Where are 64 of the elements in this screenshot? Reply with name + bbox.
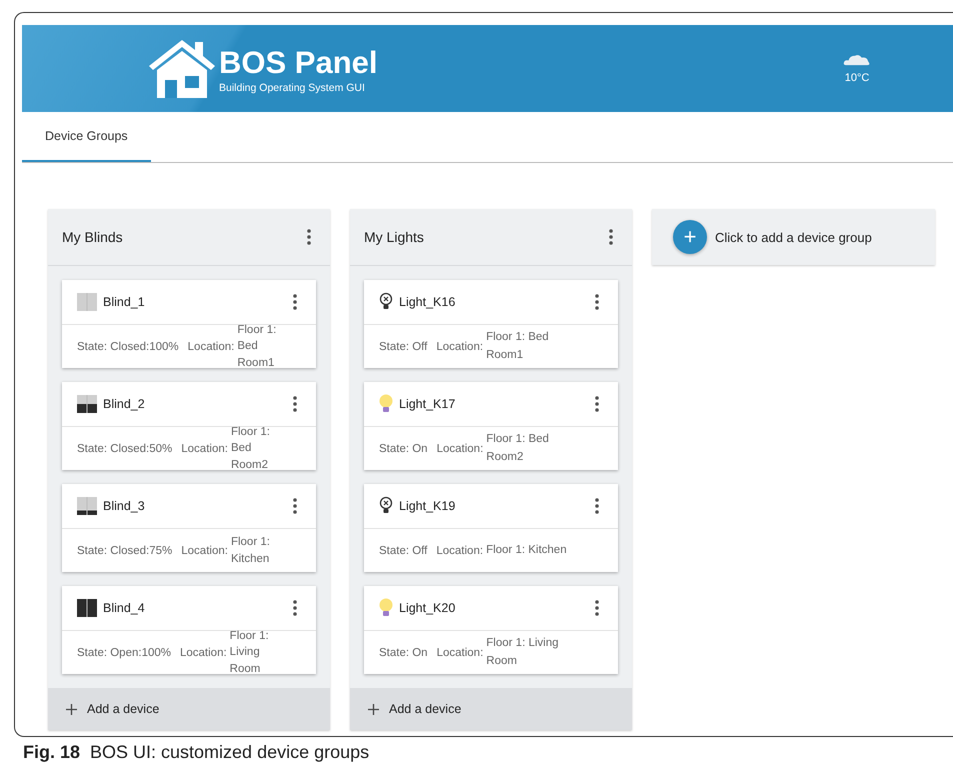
tab[interactable]: Device Groups	[22, 112, 151, 162]
location-label: Location:	[181, 544, 228, 556]
location-label: Location:	[436, 340, 484, 352]
device-state: State: On	[379, 646, 428, 658]
location-label: Location:	[181, 442, 228, 454]
more-icon[interactable]	[293, 600, 297, 616]
device-state: State: Closed:75%	[77, 544, 172, 556]
more-icon[interactable]	[307, 229, 311, 245]
house-icon	[147, 38, 217, 100]
more-icon[interactable]	[595, 498, 599, 514]
add-device-button[interactable]: Add a device	[48, 688, 330, 730]
device-location: Floor 1: Bed Room1	[486, 330, 550, 362]
device-name: Blind_1	[103, 295, 146, 309]
more-icon[interactable]	[595, 396, 599, 412]
app-subtitle: Building Operating System GUI	[219, 82, 366, 94]
device-name: Light_K16	[399, 295, 456, 309]
device-name: Light_K19	[399, 499, 456, 513]
add-group-label[interactable]: Click to add a device group	[715, 230, 872, 244]
device-name: Light_K17	[399, 397, 456, 411]
device-location: Floor 1: Bed Room1	[237, 322, 278, 371]
add-group-card[interactable]: + Click to add a device group	[652, 209, 935, 265]
add-device-button[interactable]: Add a device	[350, 688, 632, 730]
device-state: State: Off	[379, 340, 428, 352]
figure-caption: Fig. 18 BOS UI: customized device groups	[22, 741, 370, 763]
blind-icon	[77, 497, 97, 515]
group-title: My Lights	[364, 229, 424, 245]
plus-icon	[66, 704, 77, 714]
device-location: Floor 1: Bed Room2	[230, 424, 271, 473]
blind-icon	[77, 599, 97, 617]
more-icon[interactable]	[595, 600, 599, 616]
device-state: State: Open:100%	[77, 646, 171, 658]
device-name: Blind_4	[103, 601, 146, 615]
device-state: State: Closed:100%	[77, 340, 179, 352]
device-location: Floor 1: Living Room	[230, 628, 270, 677]
more-icon[interactable]	[609, 229, 613, 245]
plus-icon	[368, 704, 379, 714]
more-icon[interactable]	[595, 294, 599, 310]
location-label: Location:	[188, 340, 234, 352]
device-location: Floor 1: Bed Room2	[486, 432, 550, 464]
location-label: Location:	[436, 442, 484, 454]
temperature: 10°C	[844, 72, 870, 84]
add-group-button[interactable]: +	[673, 220, 707, 254]
location-label: Location:	[436, 646, 484, 658]
location-label: Location:	[436, 544, 484, 556]
device-location: Floor 1: Living Room	[486, 636, 560, 668]
device-state: State: On	[379, 442, 428, 454]
more-icon[interactable]	[293, 396, 297, 412]
device-name: Light_K20	[399, 601, 456, 615]
blind-icon	[77, 293, 97, 311]
blind-icon	[77, 395, 97, 413]
device-location: Floor 1: Kitchen	[230, 534, 271, 566]
device-state: State: Off	[379, 544, 428, 556]
device-state: State: Closed:50%	[77, 442, 172, 454]
add-device-label[interactable]: Add a device	[389, 702, 462, 716]
add-device-label[interactable]: Add a device	[87, 702, 160, 716]
group-title: My Blinds	[62, 229, 123, 245]
device-name: Blind_3	[103, 499, 146, 513]
app-title: BOS Panel	[219, 46, 378, 80]
cloud-icon	[843, 53, 871, 66]
location-label: Location:	[180, 646, 227, 658]
device-name: Blind_2	[103, 397, 146, 411]
more-icon[interactable]	[293, 498, 297, 514]
more-icon[interactable]	[293, 294, 297, 310]
device-location: Floor 1: Kitchen	[486, 542, 568, 558]
